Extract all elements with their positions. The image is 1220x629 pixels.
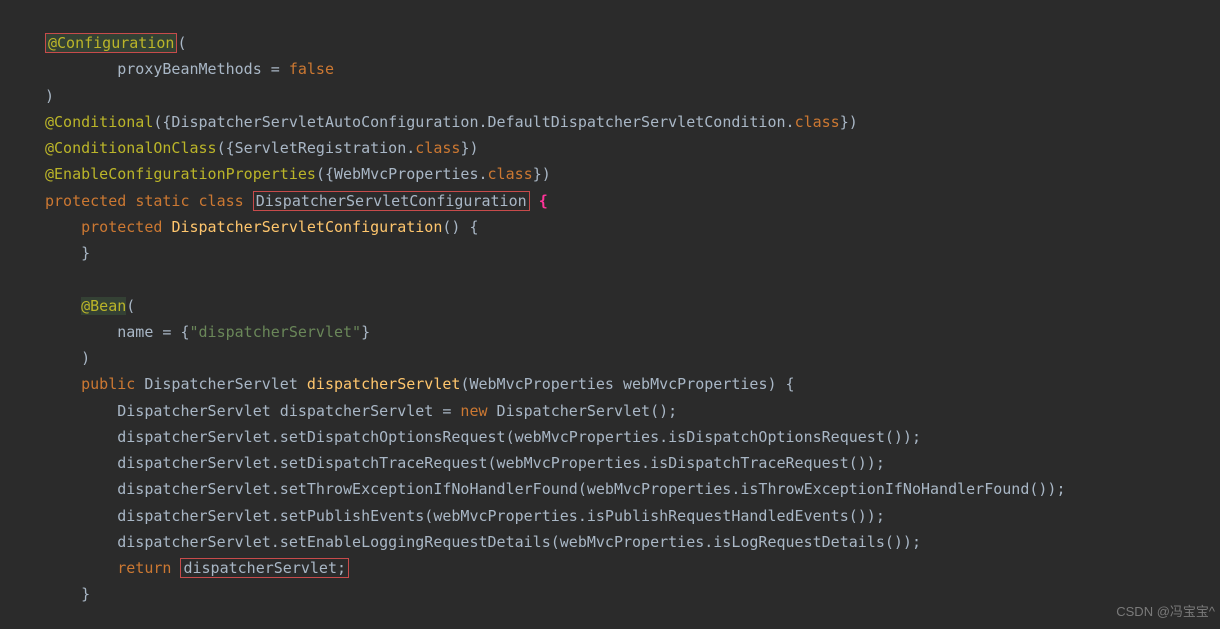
indent: [45, 454, 117, 472]
indent: [45, 323, 117, 341]
code-line-3[interactable]: ): [45, 83, 1200, 109]
indent: [45, 559, 117, 577]
string-literal: "dispatcherServlet": [190, 323, 362, 341]
code-line-10[interactable]: [45, 266, 1200, 292]
code-line-20[interactable]: dispatcherServlet.setEnableLoggingReques…: [45, 529, 1200, 555]
class-name: DispatcherServletConfiguration: [253, 191, 530, 211]
annotation-configuration: @Configuration: [45, 33, 177, 53]
code-line-16[interactable]: dispatcherServlet.setDispatchOptionsRequ…: [45, 424, 1200, 450]
prop: name = {: [117, 323, 189, 341]
brace-open: {: [539, 192, 548, 210]
code-line-21[interactable]: return dispatcherServlet;: [45, 555, 1200, 581]
code-line-15[interactable]: DispatcherServlet dispatcherServlet = ne…: [45, 398, 1200, 424]
stmt: dispatcherServlet.setDispatchOptionsRequ…: [117, 428, 921, 446]
kw-protected: protected: [81, 218, 162, 236]
rest: ({ServletRegistration.: [217, 139, 416, 157]
class-kw: class: [488, 165, 533, 183]
kw-static: static: [135, 192, 189, 210]
indent: [45, 402, 117, 420]
paren: ): [45, 87, 54, 105]
indent: [45, 428, 117, 446]
code-line-19[interactable]: dispatcherServlet.setPublishEvents(webMv…: [45, 503, 1200, 529]
paren: (: [126, 297, 135, 315]
class-kw: class: [795, 113, 840, 131]
kw-class: class: [199, 192, 244, 210]
kw-new: new: [460, 402, 487, 420]
kw-public: public: [81, 375, 135, 393]
annotation-enableconfig: @EnableConfigurationProperties: [45, 165, 316, 183]
paren: (: [177, 34, 186, 52]
kw-protected: protected: [45, 192, 126, 210]
code-line-4[interactable]: @Conditional({DispatcherServletAutoConfi…: [45, 109, 1200, 135]
indent: [45, 533, 117, 551]
annotation-conditional: @Conditional: [45, 113, 153, 131]
rest: ({WebMvcProperties.: [316, 165, 488, 183]
close: }: [361, 323, 370, 341]
code-line-14[interactable]: public DispatcherServlet dispatcherServl…: [45, 371, 1200, 397]
annotation-bean: @Bean: [81, 297, 126, 315]
brace: }: [81, 585, 90, 603]
brace: }: [81, 244, 90, 262]
stmt: dispatcherServlet.setDispatchTraceReques…: [117, 454, 885, 472]
code-line-9[interactable]: }: [45, 240, 1200, 266]
annotation-conditionalonclass: @ConditionalOnClass: [45, 139, 217, 157]
prop: proxyBeanMethods =: [117, 60, 289, 78]
indent: [45, 244, 81, 262]
code-line-12[interactable]: name = {"dispatcherServlet"}: [45, 319, 1200, 345]
code-line-5[interactable]: @ConditionalOnClass({ServletRegistration…: [45, 135, 1200, 161]
rest: DispatcherServlet();: [488, 402, 678, 420]
code-line-11[interactable]: @Bean(: [45, 293, 1200, 319]
indent: [45, 297, 81, 315]
indent: [45, 218, 81, 236]
rest: ({DispatcherServletAutoConfiguration.Def…: [153, 113, 794, 131]
close: }): [460, 139, 478, 157]
close: }): [840, 113, 858, 131]
code-line-6[interactable]: @EnableConfigurationProperties({WebMvcPr…: [45, 161, 1200, 187]
code-line-7[interactable]: protected static class DispatcherServlet…: [45, 188, 1200, 214]
return-type: DispatcherServlet: [144, 375, 298, 393]
method-name: dispatcherServlet: [307, 375, 461, 393]
return-value: dispatcherServlet;: [180, 558, 349, 578]
stmt: dispatcherServlet.setPublishEvents(webMv…: [117, 507, 885, 525]
code-line-1[interactable]: @Configuration(: [45, 30, 1200, 56]
rest: () {: [442, 218, 478, 236]
close: }): [533, 165, 551, 183]
paren: ): [81, 349, 90, 367]
code-line-2[interactable]: proxyBeanMethods = false: [45, 56, 1200, 82]
stmt: dispatcherServlet.setThrowExceptionIfNoH…: [117, 480, 1065, 498]
code-line-18[interactable]: dispatcherServlet.setThrowExceptionIfNoH…: [45, 476, 1200, 502]
params: (WebMvcProperties webMvcProperties) {: [460, 375, 794, 393]
indent: [45, 480, 117, 498]
code-line-13[interactable]: ): [45, 345, 1200, 371]
indent: [45, 349, 81, 367]
decl: DispatcherServlet dispatcherServlet =: [117, 402, 460, 420]
code-line-8[interactable]: protected DispatcherServletConfiguration…: [45, 214, 1200, 240]
kw-return: return: [117, 559, 171, 577]
indent: [45, 507, 117, 525]
stmt: dispatcherServlet.setEnableLoggingReques…: [117, 533, 921, 551]
class-kw: class: [415, 139, 460, 157]
constructor-name: DispatcherServletConfiguration: [171, 218, 442, 236]
indent: [45, 585, 81, 603]
indent: [45, 375, 81, 393]
watermark: CSDN @冯宝宝^: [1116, 601, 1215, 624]
value-false: false: [289, 60, 334, 78]
indent: [45, 60, 117, 78]
code-line-22[interactable]: }: [45, 581, 1200, 607]
code-line-17[interactable]: dispatcherServlet.setDispatchTraceReques…: [45, 450, 1200, 476]
